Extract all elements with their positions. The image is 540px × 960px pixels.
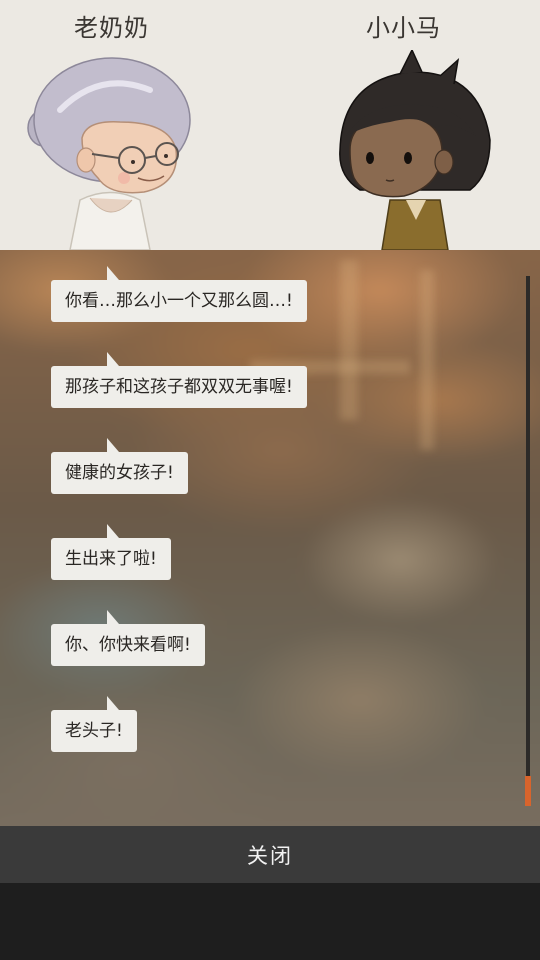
grandma-portrait-icon [27, 57, 191, 250]
dialog-text: 你、你快来看啊! [65, 635, 191, 655]
dialog-text: 健康的女孩子! [65, 463, 174, 483]
speaker-name-right: 小小马 [366, 14, 441, 42]
dialog-bubble: 那孩子和这孩子都双双无事喔! [51, 352, 307, 408]
dialog-bubble: 生出来了啦! [51, 524, 171, 580]
dialog-scrollbar-track[interactable] [526, 276, 530, 806]
dialog-scrollbar-thumb[interactable] [525, 776, 531, 806]
dialog-text: 生出来了啦! [65, 549, 157, 569]
dialog-bubble: 老头子! [51, 696, 137, 752]
dialog-text: 老头子! [65, 721, 123, 741]
character-header: 老奶奶 小小马 [0, 0, 540, 250]
dialog-bubble: 健康的女孩子! [51, 438, 188, 494]
dialog-bubble: 你、你快来看啊! [51, 610, 205, 666]
bottom-blank-area [0, 883, 540, 960]
speaker-name-left: 老奶奶 [74, 14, 149, 42]
dialog-bubble: 你看…那么小一个又那么圆…! [51, 266, 307, 322]
close-button[interactable]: 关闭 [0, 826, 540, 883]
dialog-text: 你看…那么小一个又那么圆…! [65, 291, 293, 311]
dialog-text: 那孩子和这孩子都双双无事喔! [65, 377, 293, 397]
boy-portrait-icon [339, 50, 491, 250]
